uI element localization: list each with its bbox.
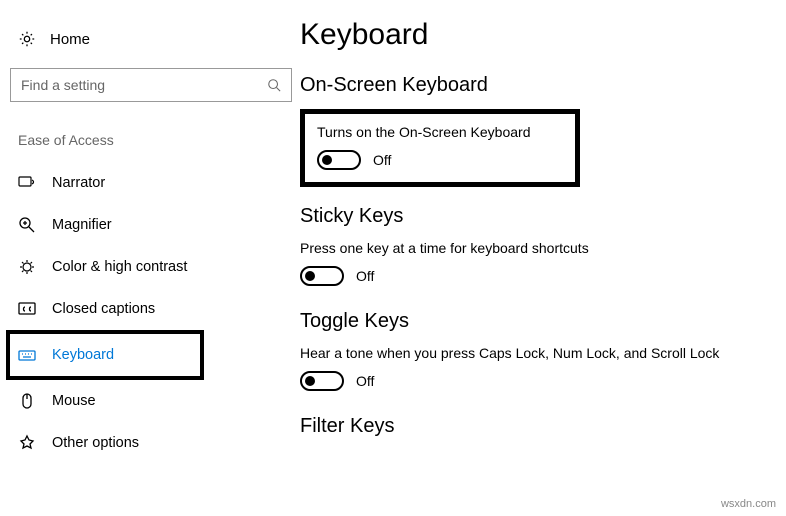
sticky-desc: Press one key at a time for keyboard sho… xyxy=(300,240,786,256)
togglekeys-toggle[interactable] xyxy=(300,371,344,391)
sidebar-item-color-contrast[interactable]: Color & high contrast xyxy=(10,246,300,288)
keyboard-icon xyxy=(18,346,36,364)
nav-label: Mouse xyxy=(52,393,96,409)
watermark: wsxdn.com xyxy=(721,498,776,510)
mouse-icon xyxy=(18,392,36,410)
search-icon xyxy=(267,78,281,92)
sidebar-item-keyboard[interactable]: Keyboard xyxy=(10,334,170,376)
onscreen-toggle-state: Off xyxy=(373,152,391,168)
home-link[interactable]: Home xyxy=(10,24,300,54)
onscreen-heading: On-Screen Keyboard xyxy=(300,74,786,97)
nav-label: Magnifier xyxy=(52,217,112,233)
magnifier-icon xyxy=(18,216,36,234)
sidebar-item-magnifier[interactable]: Magnifier xyxy=(10,204,300,246)
captions-icon xyxy=(18,300,36,318)
nav-label: Closed captions xyxy=(52,301,155,317)
page-title: Keyboard xyxy=(300,18,786,52)
narrator-icon xyxy=(18,174,36,192)
togglekeys-heading: Toggle Keys xyxy=(300,310,786,333)
nav-label: Color & high contrast xyxy=(52,259,187,275)
filter-heading: Filter Keys xyxy=(300,415,786,438)
nav-label: Narrator xyxy=(52,175,105,191)
sidebar-item-mouse[interactable]: Mouse xyxy=(10,380,300,422)
search-input[interactable] xyxy=(21,77,267,93)
onscreen-highlight-box: Turns on the On-Screen Keyboard Off xyxy=(300,109,580,187)
main-content: Keyboard On-Screen Keyboard Turns on the… xyxy=(300,0,786,516)
togglekeys-desc: Hear a tone when you press Caps Lock, Nu… xyxy=(300,345,786,361)
gear-icon xyxy=(18,30,36,48)
search-box[interactable] xyxy=(10,68,292,102)
contrast-icon xyxy=(18,258,36,276)
onscreen-toggle[interactable] xyxy=(317,150,361,170)
nav-label: Keyboard xyxy=(52,347,114,363)
sidebar-item-closed-captions[interactable]: Closed captions xyxy=(10,288,300,330)
sidebar-item-other-options[interactable]: Other options xyxy=(10,422,300,464)
sidebar-item-narrator[interactable]: Narrator xyxy=(10,162,300,204)
sidebar: Home Ease of Access Narrator xyxy=(0,0,300,516)
sticky-toggle-state: Off xyxy=(356,268,374,284)
category-label: Ease of Access xyxy=(18,132,300,148)
nav-label: Other options xyxy=(52,435,139,451)
sticky-toggle[interactable] xyxy=(300,266,344,286)
other-options-icon xyxy=(18,434,36,452)
home-label: Home xyxy=(50,31,90,48)
togglekeys-toggle-state: Off xyxy=(356,373,374,389)
keyboard-highlight-box: Keyboard xyxy=(6,330,204,380)
onscreen-desc: Turns on the On-Screen Keyboard xyxy=(317,124,563,140)
sticky-heading: Sticky Keys xyxy=(300,205,786,228)
